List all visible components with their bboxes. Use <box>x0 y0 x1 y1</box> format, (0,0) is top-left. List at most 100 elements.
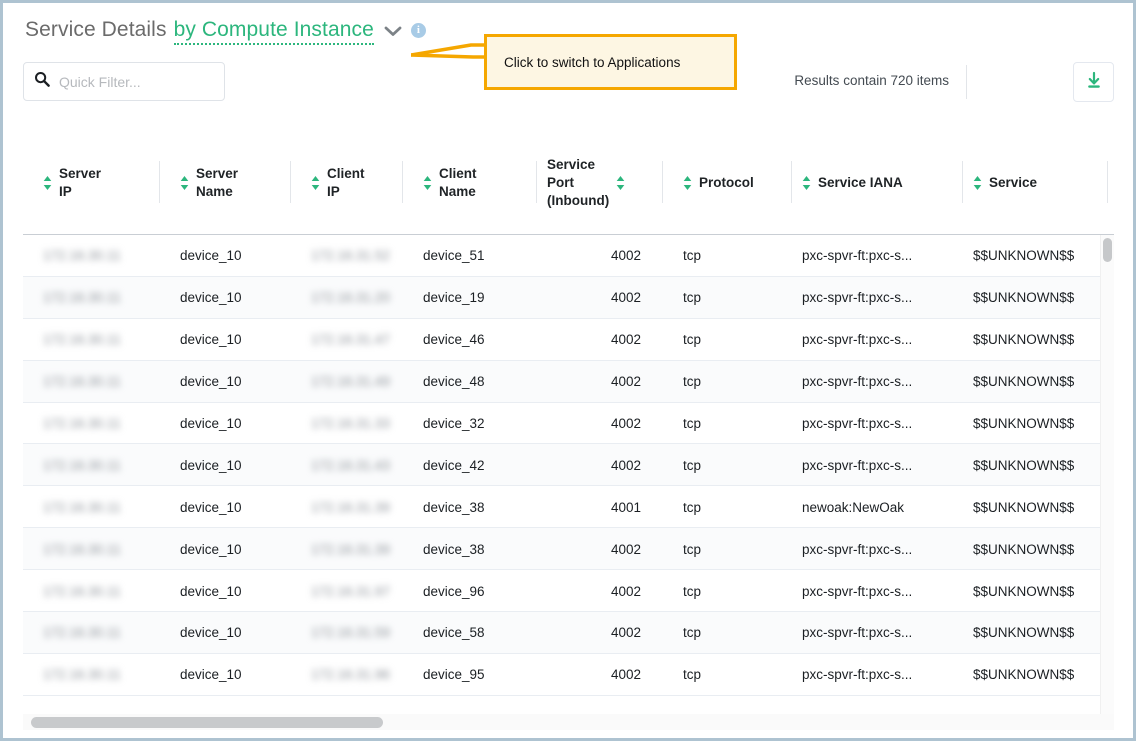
table-row[interactable]: 172.16.30.11 device_10 172.16.31.20 device_… <box>23 276 1114 319</box>
column-header-client-ip[interactable]: Client IP <box>291 131 401 234</box>
download-icon <box>1084 70 1104 95</box>
column-header-client-name[interactable]: Client Name <box>403 131 536 234</box>
search-input[interactable] <box>59 73 214 90</box>
page-title: Service Details <box>25 18 167 41</box>
cell-protocol: tcp <box>683 583 702 599</box>
cell-server-name: device_10 <box>180 499 242 515</box>
cell-server-name: device_10 <box>180 332 242 348</box>
cell-server-ip: 172.16.30.11 <box>43 416 121 431</box>
cell-service-port: 4002 <box>610 332 641 348</box>
cell-protocol: tcp <box>683 248 702 264</box>
grouping-selector-label[interactable]: by Compute Instance <box>174 18 374 41</box>
cell-service-iana: pxc-spvr-ft:pxc-s... <box>802 248 913 264</box>
table-row[interactable]: 172.16.30.11 device_10 172.16.31.52 device_… <box>23 235 1114 277</box>
toolbar-divider <box>966 65 967 99</box>
column-header-service-iana[interactable]: Service IANA <box>792 131 957 234</box>
cell-server-name: device_10 <box>180 541 242 557</box>
cell-server-ip: 172.16.30.11 <box>43 583 121 599</box>
cell-service-iana: pxc-spvr-ft:pxc-s... <box>802 416 913 431</box>
cell-client-ip: 172.16.31.59 <box>311 625 390 641</box>
cell-service: $$UNKNOWN$$ <box>973 374 1075 390</box>
vertical-scrollbar-thumb[interactable] <box>1103 238 1112 262</box>
cell-client-name: device_46 <box>423 332 485 348</box>
download-button[interactable] <box>1073 62 1114 102</box>
cell-client-ip: 172.16.31.96 <box>311 667 390 683</box>
cell-service-port: 4002 <box>610 457 641 473</box>
tooltip-callout: Click to switch to Applications <box>484 34 737 90</box>
cell-client-name: device_32 <box>423 416 485 431</box>
sort-icon[interactable] <box>180 175 189 191</box>
column-header-label: Service IANA <box>818 174 903 190</box>
table-row[interactable]: 172.16.30.11 device_10 172.16.31.96 device_… <box>23 653 1114 696</box>
cell-protocol: tcp <box>683 332 702 348</box>
cell-client-ip: 172.16.31.49 <box>311 374 390 390</box>
table-row[interactable]: 172.16.30.11 device_10 172.16.31.33 device_… <box>23 402 1114 445</box>
table-row[interactable]: 172.16.30.11 device_10 172.16.31.47 device_… <box>23 318 1114 361</box>
cell-service-iana: pxc-spvr-ft:pxc-s... <box>802 625 913 641</box>
column-header-content: Client Name <box>423 165 477 201</box>
cell-server-ip: 172.16.30.11 <box>43 625 121 641</box>
column-divider <box>791 161 792 203</box>
cell-service: $$UNKNOWN$$ <box>973 625 1075 641</box>
cell-client-ip: 172.16.31.97 <box>311 583 390 599</box>
cell-service-port: 4002 <box>610 625 641 641</box>
cell-server-name: device_10 <box>180 457 242 473</box>
table-header-row: Server IP Server Name Client IP Client Name Serv… <box>23 131 1114 235</box>
column-header-content: Server Name <box>180 165 238 201</box>
cell-protocol: tcp <box>683 667 702 683</box>
column-header-content: Service Port (Inbound) <box>547 156 625 210</box>
horizontal-scrollbar[interactable] <box>23 714 1114 730</box>
column-header-label: Protocol <box>699 174 754 190</box>
cell-service-iana: pxc-spvr-ft:pxc-s... <box>802 374 913 390</box>
column-header-server-name[interactable]: Server Name <box>160 131 290 234</box>
column-header-service-port[interactable]: Service Port (Inbound) <box>537 131 659 234</box>
cell-client-ip: 172.16.31.43 <box>311 457 390 473</box>
grouping-selector[interactable]: by Compute Instance <box>173 18 374 45</box>
table-row[interactable]: 172.16.30.11 device_10 172.16.31.49 device_… <box>23 360 1114 403</box>
horizontal-scrollbar-thumb[interactable] <box>31 717 383 728</box>
cell-protocol: tcp <box>683 625 702 641</box>
column-divider <box>1107 161 1108 203</box>
table-row[interactable]: 172.16.30.11 device_10 172.16.31.97 device_… <box>23 570 1114 613</box>
column-header-content: Service <box>973 174 1037 192</box>
cell-server-name: device_10 <box>180 583 242 599</box>
column-divider <box>536 161 537 203</box>
cell-service: $$UNKNOWN$$ <box>973 583 1075 599</box>
table-row[interactable]: 172.16.30.11 device_10 172.16.31.43 device_… <box>23 444 1114 487</box>
cell-protocol: tcp <box>683 541 702 557</box>
cell-server-ip: 172.16.30.11 <box>43 541 121 557</box>
page-title-row: Service Details by Compute Instance i <box>25 15 426 45</box>
cell-service-port: 4002 <box>610 583 641 599</box>
info-icon[interactable]: i <box>410 22 426 38</box>
cell-client-ip: 172.16.31.33 <box>311 416 390 431</box>
column-divider <box>962 161 963 203</box>
cell-server-name: device_10 <box>180 416 242 431</box>
column-header-server-ip[interactable]: Server IP <box>23 131 139 234</box>
table-row[interactable]: 172.16.30.11 device_10 172.16.31.39 device_… <box>23 486 1114 529</box>
cell-client-ip: 172.16.31.20 <box>311 290 390 306</box>
sort-icon[interactable] <box>43 175 52 191</box>
cell-client-ip: 172.16.31.39 <box>311 541 390 557</box>
search-box[interactable] <box>23 62 225 101</box>
sort-icon[interactable] <box>311 175 320 191</box>
cell-server-ip: 172.16.30.11 <box>43 248 121 264</box>
chevron-down-icon[interactable] <box>384 25 402 37</box>
column-header-protocol[interactable]: Protocol <box>663 131 788 234</box>
cell-service-iana: pxc-spvr-ft:pxc-s... <box>802 457 913 473</box>
table-row[interactable]: 172.16.30.11 device_10 172.16.31.59 device_… <box>23 612 1114 654</box>
column-header-service[interactable]: Service <box>963 131 1123 234</box>
column-header-content: Server IP <box>43 165 101 201</box>
sort-icon[interactable] <box>616 175 625 191</box>
column-divider <box>402 161 403 203</box>
column-header-content: Client IP <box>311 165 365 201</box>
cell-protocol: tcp <box>683 290 702 306</box>
cell-server-name: device_10 <box>180 248 242 264</box>
table-row[interactable]: 172.16.30.11 device_10 172.16.31.39 device_… <box>23 528 1114 571</box>
cell-service: $$UNKNOWN$$ <box>973 499 1075 515</box>
vertical-scrollbar[interactable] <box>1100 235 1114 714</box>
sort-icon[interactable] <box>973 175 982 191</box>
sort-icon[interactable] <box>683 175 692 191</box>
sort-icon[interactable] <box>802 175 811 191</box>
sort-icon[interactable] <box>423 175 432 191</box>
cell-service-port: 4002 <box>610 416 641 431</box>
